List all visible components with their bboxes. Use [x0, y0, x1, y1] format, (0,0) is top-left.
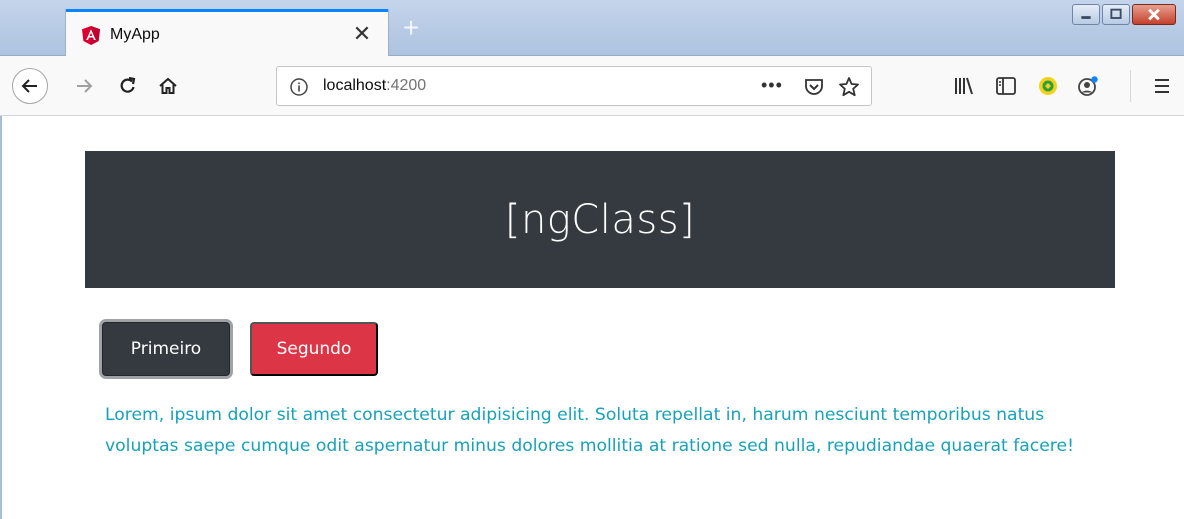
segundo-button[interactable]: Segundo — [250, 322, 378, 376]
maximize-icon[interactable] — [1102, 4, 1130, 25]
forward-icon[interactable] — [70, 72, 98, 100]
close-icon[interactable] — [1132, 4, 1176, 25]
toolbar-separator — [1130, 70, 1131, 102]
reload-icon[interactable] — [114, 72, 142, 100]
library-icon[interactable] — [952, 74, 976, 98]
extension-icon[interactable] — [1036, 74, 1060, 98]
window-controls — [1072, 4, 1176, 26]
primeiro-button[interactable]: Primeiro — [102, 322, 230, 376]
tab-title: MyApp — [110, 26, 160, 43]
info-icon[interactable] — [289, 77, 309, 97]
minimize-icon[interactable] — [1072, 4, 1100, 25]
tab-close-icon[interactable]: ✕ — [350, 22, 374, 46]
pocket-icon[interactable] — [803, 76, 825, 98]
new-tab-button[interactable]: + — [396, 14, 426, 44]
bookmark-star-icon[interactable] — [837, 75, 861, 99]
jumbotron: [ngClass] — [85, 151, 1115, 288]
page-title: [ngClass] — [504, 196, 696, 243]
navigation-toolbar: localhost:4200 ••• — [0, 56, 1184, 116]
tab-myapp[interactable]: MyApp ✕ — [66, 9, 388, 57]
url-port: :4200 — [386, 77, 427, 94]
url-text[interactable]: localhost:4200 — [323, 77, 426, 95]
lorem-paragraph: Lorem, ipsum dolor sit amet consectetur … — [105, 405, 1074, 456]
angular-logo-icon — [82, 26, 100, 45]
page-actions-more-icon[interactable]: ••• — [761, 75, 783, 96]
sidebar-icon[interactable] — [994, 74, 1018, 98]
menu-icon[interactable] — [1150, 74, 1174, 98]
url-bar[interactable]: localhost:4200 ••• — [276, 66, 872, 106]
url-host: localhost — [323, 77, 387, 94]
back-icon[interactable] — [12, 68, 48, 104]
home-icon[interactable] — [154, 72, 182, 100]
account-icon[interactable] — [1076, 74, 1100, 98]
window-left-border — [0, 116, 2, 519]
tab-strip: MyApp ✕ + — [0, 0, 1184, 57]
